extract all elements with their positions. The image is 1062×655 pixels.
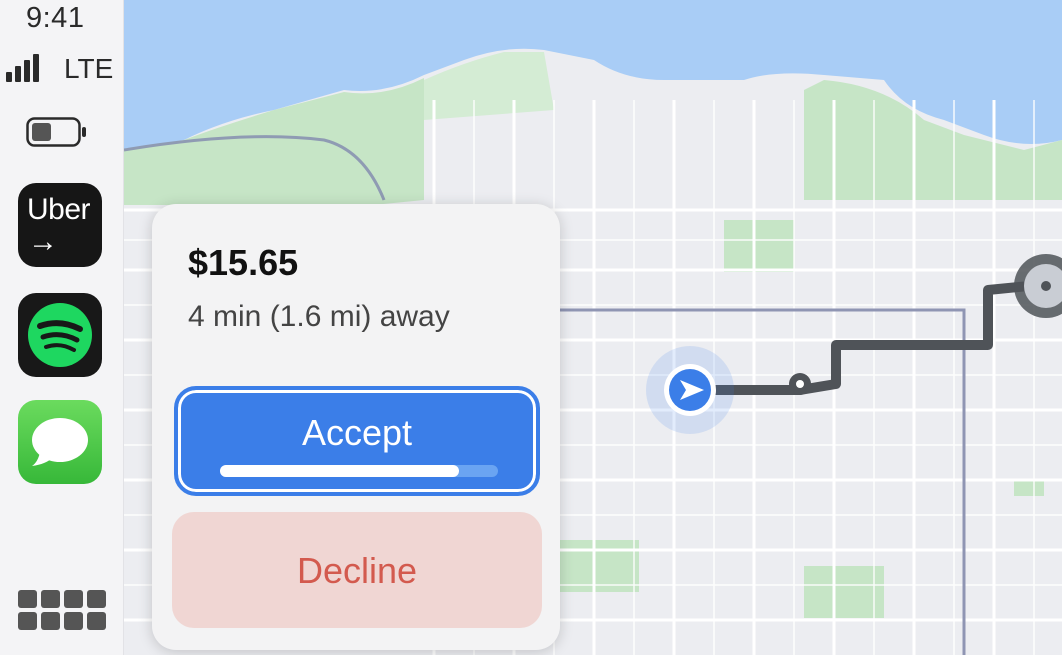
park-area — [1014, 480, 1044, 496]
spotify-icon — [28, 303, 92, 367]
accept-button[interactable]: Accept — [174, 386, 540, 496]
park-area — [724, 220, 794, 272]
accept-timer-fill — [220, 465, 460, 477]
fare-price: $15.65 — [188, 242, 299, 283]
network-label: LTE — [64, 53, 114, 84]
decline-label: Decline — [296, 550, 418, 591]
pickup-eta: 4 min (1.6 mi) away — [188, 300, 450, 333]
speech-bubble-icon — [32, 418, 88, 466]
battery-icon — [26, 117, 86, 147]
signal-icon — [6, 54, 39, 82]
park-area — [804, 566, 884, 618]
uber-app-icon[interactable]: Uber → — [18, 183, 102, 267]
messages-app-icon[interactable] — [18, 400, 102, 484]
arrow-right-icon: → — [28, 225, 58, 258]
carplay-sidebar: 9:41 LTE Uber → — [0, 0, 124, 655]
spotify-app-icon[interactable] — [18, 293, 102, 377]
status-time: 9:41 — [26, 2, 85, 34]
accept-timer-progress — [220, 465, 498, 477]
accept-label: Accept — [301, 412, 413, 453]
trip-offer-card: $15.65 4 min (1.6 mi) away Accept Declin… — [152, 204, 560, 650]
decline-button[interactable]: Decline — [172, 512, 542, 628]
app-grid-icon[interactable] — [18, 590, 106, 636]
uber-logo-text: Uber — [27, 193, 91, 226]
